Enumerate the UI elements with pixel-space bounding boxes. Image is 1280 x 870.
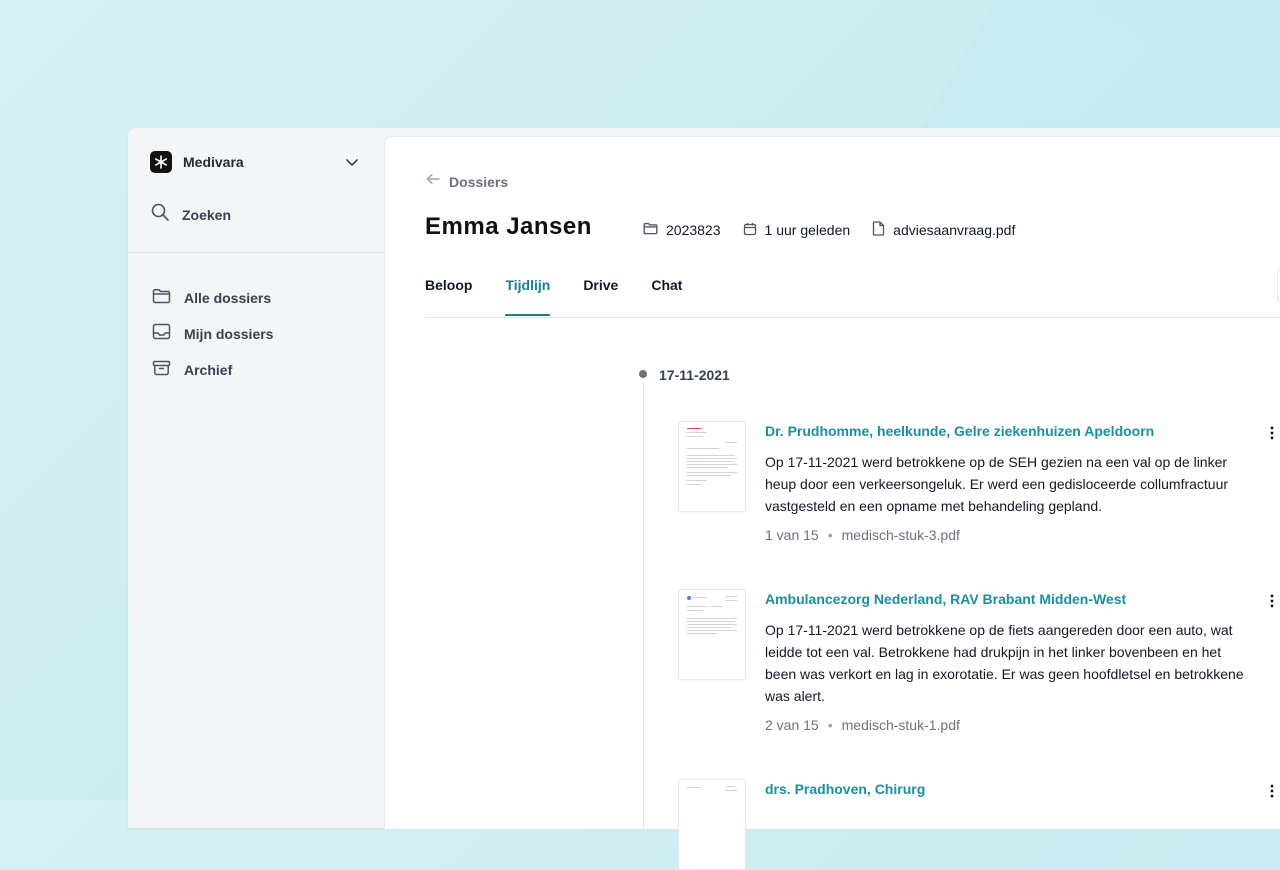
separator-dot: •: [827, 527, 833, 543]
app-window: Medivara Zoeken Alle dossiers Mijn dossi…: [128, 128, 1280, 870]
more-vertical-icon[interactable]: [1268, 425, 1276, 441]
tab-drive[interactable]: Drive: [583, 277, 618, 315]
search-button[interactable]: Zoeken: [150, 202, 231, 227]
tab-tijdlijn[interactable]: Tijdlijn: [505, 277, 550, 316]
entry-page: 2 van 15: [765, 717, 819, 733]
entry-meta: 2 van 15 • medisch-stuk-1.pdf: [765, 717, 960, 733]
entry-title[interactable]: Ambulancezorg Nederland, RAV Brabant Mid…: [765, 591, 1126, 607]
sidebar-item-label: Alle dossiers: [184, 290, 272, 306]
back-label: Dossiers: [449, 173, 509, 190]
document-icon: [872, 221, 885, 239]
tab-beloop[interactable]: Beloop: [425, 277, 472, 315]
sidebar-item-archief[interactable]: Archief: [152, 352, 273, 388]
sidebar: Medivara Zoeken Alle dossiers Mijn dossi…: [128, 128, 384, 828]
tab-bar: Beloop Tijdlijn Drive Chat: [425, 277, 715, 316]
entry-summary: Op 17-11-2021 werd betrokkene op de SEH …: [765, 454, 1229, 514]
dossier-meta: 2023823 1 uur geleden adviesaanvraag.pdf: [643, 221, 1037, 239]
document-thumbnail[interactable]: [678, 779, 746, 870]
archive-icon: [152, 360, 171, 381]
brand-name: Medivara: [183, 154, 244, 170]
page-title: Emma Jansen: [425, 213, 592, 240]
timeline-entry: drs. Pradhoven, Chirurg: [678, 779, 1278, 870]
entry-title[interactable]: drs. Pradhoven, Chirurg: [765, 781, 925, 797]
entry-meta: 1 van 15 • medisch-stuk-3.pdf: [765, 527, 960, 543]
dossier-number-value: 2023823: [666, 222, 721, 238]
search-label: Zoeken: [182, 206, 232, 223]
more-vertical-icon[interactable]: [1268, 593, 1276, 609]
asterisk-logo-icon: [150, 151, 172, 173]
calendar-icon: [743, 222, 757, 239]
timeline-date: 17-11-2021: [659, 367, 730, 383]
timeline-line: [643, 383, 644, 843]
entry-title[interactable]: Dr. Prudhomme, heelkunde, Gelre ziekenhu…: [765, 423, 1154, 439]
timeline-entry: Dr. Prudhomme, heelkunde, Gelre ziekenhu…: [678, 421, 1278, 571]
document-thumbnail[interactable]: [678, 589, 746, 680]
entry-file[interactable]: medisch-stuk-3.pdf: [842, 527, 960, 543]
entry-file[interactable]: medisch-stuk-1.pdf: [842, 717, 960, 733]
sidebar-item-label: Archief: [184, 362, 233, 378]
more-vertical-icon[interactable]: [1268, 783, 1276, 799]
timeline-entry: Ambulancezorg Nederland, RAV Brabant Mid…: [678, 589, 1278, 759]
entry-summary: Op 17-11-2021 werd betrokkene op de fiet…: [765, 622, 1244, 704]
sidebar-item-mijn-dossiers[interactable]: Mijn dossiers: [152, 316, 273, 352]
updated-time-value: 1 uur geleden: [764, 222, 851, 238]
search-icon: [150, 202, 170, 227]
source-file-name: adviesaanvraag.pdf: [893, 222, 1016, 238]
sidebar-divider: [128, 252, 384, 253]
sidebar-nav: Alle dossiers Mijn dossiers Archief: [152, 280, 273, 388]
back-link[interactable]: Dossiers: [425, 171, 508, 192]
inbox-icon: [152, 323, 171, 345]
dossier-number: 2023823: [643, 222, 721, 238]
tab-chat[interactable]: Chat: [651, 277, 682, 315]
tabs-divider: [425, 317, 1280, 318]
chevron-down-icon[interactable]: [344, 154, 360, 175]
arrow-left-icon: [425, 171, 441, 192]
sidebar-item-label: Mijn dossiers: [184, 326, 274, 342]
entry-page: 1 van 15: [765, 527, 819, 543]
source-file[interactable]: adviesaanvraag.pdf: [872, 221, 1015, 239]
timeline-dot: [639, 370, 647, 378]
folder-icon: [152, 288, 171, 309]
sidebar-item-alle-dossiers[interactable]: Alle dossiers: [152, 280, 273, 316]
document-thumbnail[interactable]: [678, 421, 746, 512]
updated-time: 1 uur geleden: [743, 222, 851, 239]
workspace-switcher[interactable]: Medivara: [150, 150, 360, 174]
folder-icon: [643, 222, 658, 238]
main-panel: Dossiers Emma Jansen 2023823 1 uur geled…: [384, 136, 1280, 870]
separator-dot: •: [827, 717, 833, 733]
